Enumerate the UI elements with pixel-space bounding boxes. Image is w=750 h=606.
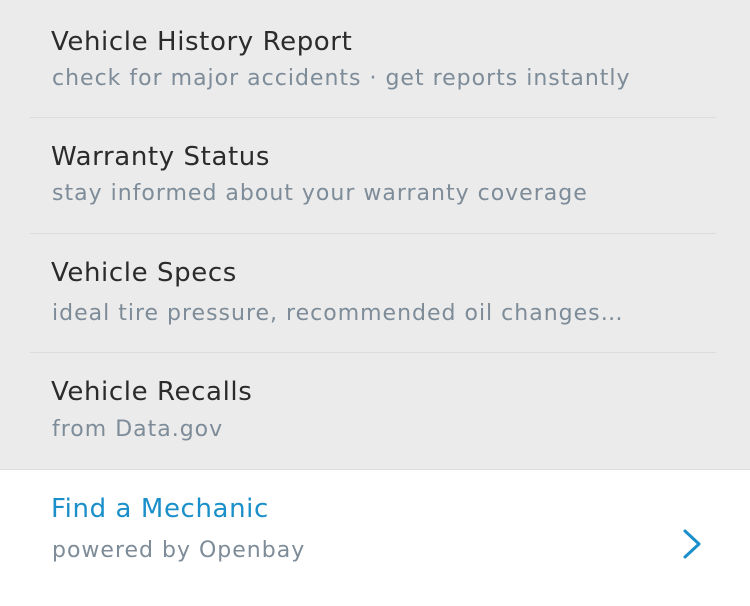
list-item-vehicle-history-report[interactable]: Vehicle History Report check for major a… [0,0,750,117]
find-mechanic-row[interactable]: Find a Mechanic powered by Openbay [0,470,750,606]
item-title: Warranty Status [51,142,271,172]
vehicle-tools-list: Vehicle History Report check for major a… [0,0,750,469]
find-mechanic-title: Find a Mechanic [51,494,269,524]
item-subtitle: ideal tire pressure, recommended oil cha… [52,301,624,326]
item-subtitle: stay informed about your warranty covera… [52,181,588,206]
item-subtitle: from Data.gov [52,417,224,442]
item-subtitle: check for major accidents · get reports … [52,66,631,91]
screen: Vehicle History Report check for major a… [0,0,750,606]
list-item-vehicle-specs[interactable]: Vehicle Specs ideal tire pressure, recom… [0,234,750,352]
list-item-vehicle-recalls[interactable]: Vehicle Recalls from Data.gov [0,353,750,469]
item-title: Vehicle Specs [51,258,237,288]
chevron-right-icon[interactable] [680,528,704,560]
list-item-warranty-status[interactable]: Warranty Status stay informed about your… [0,118,750,233]
find-mechanic-subtitle: powered by Openbay [52,538,306,563]
item-title: Vehicle Recalls [51,377,253,407]
item-title: Vehicle History Report [51,27,353,57]
